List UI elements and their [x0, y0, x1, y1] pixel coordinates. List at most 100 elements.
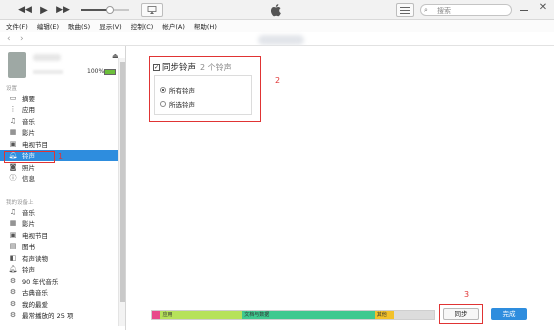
- radio-button-selected[interactable]: [160, 101, 166, 107]
- capacity-segment: 文档与数据: [242, 311, 375, 319]
- capacity-segment: 应用: [160, 311, 243, 319]
- book-icon: ▤: [9, 242, 17, 251]
- sidebar-item[interactable]: ⚙ 我的最爱: [0, 298, 118, 310]
- audiobook-icon: ◧: [9, 253, 17, 262]
- fast-forward-icon: ▶▶: [56, 5, 70, 15]
- sidebar-item-label: 有声读物: [22, 254, 48, 263]
- device-thumbnail[interactable]: [8, 52, 26, 78]
- blurred-device-title: [258, 35, 304, 45]
- sidebar-item[interactable]: ⓘ 信息: [0, 173, 118, 185]
- storage-capacity-bar[interactable]: 应用 文档与数据 其他: [151, 310, 435, 320]
- sidebar-item-label: 音乐: [22, 117, 35, 126]
- sidebar-item[interactable]: ♫ 音乐: [0, 206, 118, 218]
- sidebar-scroll-thumb[interactable]: [120, 62, 125, 302]
- sidebar-item-label: 影片: [22, 220, 35, 229]
- sidebar-item-label: 电视节目: [22, 140, 48, 149]
- gear-icon: ⚙: [9, 276, 17, 285]
- bell-icon: 🔔︎: [8, 265, 18, 274]
- sidebar-item[interactable]: ⋮ 应用: [0, 104, 118, 116]
- volume-slider[interactable]: [81, 6, 129, 14]
- ringtone-radio-group: 所有铃声 所选铃声: [154, 75, 252, 115]
- sidebar-item-label: 古典音乐: [22, 289, 48, 298]
- sync-header: ✓ 同步铃声 2 个铃声: [153, 61, 232, 73]
- sync-ringtones-checkbox[interactable]: ✓: [153, 63, 160, 71]
- menu-item[interactable]: 文件(F): [6, 21, 28, 31]
- sidebar-item[interactable]: ♫ 音乐: [0, 115, 118, 127]
- menu-item[interactable]: 歌曲(S): [68, 21, 90, 31]
- menu-item[interactable]: 编辑(E): [37, 21, 59, 31]
- sidebar-item-label: 最常播放的 25 项: [22, 312, 74, 321]
- chevron-left-icon[interactable]: ‹: [7, 34, 11, 44]
- menu-item[interactable]: 控制(C): [131, 21, 154, 31]
- settings-list: ▭ 摘要 ⋮ 应用 ♫ 音乐 ▦ 影片 ▣ 电视节目 🔔︎ 铃声 ◙ 照片 ⓘ 信息: [0, 92, 118, 184]
- annotation-number-3: 3: [464, 290, 470, 299]
- sidebar-item-label: 信息: [22, 175, 35, 184]
- capacity-segment: [152, 311, 161, 319]
- summary-icon: ▭: [9, 93, 17, 102]
- menu-item[interactable]: 帐户(A): [162, 21, 185, 31]
- search-box[interactable]: ⌕: [420, 4, 512, 16]
- sidebar-item-label: 90 年代音乐: [22, 277, 59, 286]
- airplay-button[interactable]: [141, 3, 163, 17]
- fast-forward-button[interactable]: ▶▶: [56, 3, 70, 17]
- movie-icon: ▦: [9, 128, 17, 137]
- tv-icon: ▣: [9, 230, 17, 239]
- gear-icon: ⚙: [9, 311, 17, 320]
- sidebar-scrollbar[interactable]: [118, 58, 125, 326]
- radio-selected-ringtones[interactable]: 所选铃声: [160, 99, 195, 109]
- sidebar-item[interactable]: ▣ 电视节目: [0, 229, 118, 241]
- navbar: ‹ ›: [0, 32, 554, 46]
- sidebar-item[interactable]: ▦ 影片: [0, 127, 118, 139]
- list-view-icon: [400, 6, 410, 8]
- sidebar-item[interactable]: ▦ 影片: [0, 218, 118, 230]
- music-icon: ♫: [9, 207, 17, 216]
- sidebar-item[interactable]: ▭ 摘要: [0, 92, 118, 104]
- capacity-segment: 其他: [374, 311, 395, 319]
- blurred-device-capacity: [33, 70, 63, 74]
- sync-ringtones-panel: ✓ 同步铃声 2 个铃声 所有铃声 所选铃声: [149, 56, 261, 122]
- sync-button[interactable]: 同步: [443, 308, 479, 320]
- search-input[interactable]: [437, 6, 509, 15]
- play-button[interactable]: ▶: [38, 3, 50, 17]
- sidebar-item-label: 影片: [22, 129, 35, 138]
- sidebar-item[interactable]: ⚙ 90 年代音乐: [0, 275, 118, 287]
- sidebar-item-label: 我的最爱: [22, 300, 48, 309]
- annotation-number-1: 1: [58, 152, 64, 161]
- sidebar-item[interactable]: ⚙ 最常播放的 25 项: [0, 310, 118, 322]
- close-button[interactable]: ✕: [537, 2, 549, 14]
- sidebar-item-label: 摘要: [22, 94, 35, 103]
- radio-label-all: 所有铃声: [169, 87, 195, 95]
- sidebar: ⏏ 100% 设置 ▭ 摘要 ⋮ 应用 ♫ 音乐 ▦ 影片 ▣ 电视节目 🔔︎ 铃声 ◙ 照片 ⓘ 信息 我的…: [0, 46, 126, 330]
- sidebar-item[interactable]: ⚙ 古典音乐: [0, 287, 118, 299]
- chevron-right-icon[interactable]: ›: [20, 34, 24, 44]
- sync-ringtones-title[interactable]: 同步铃声: [162, 61, 196, 73]
- radio-button-all[interactable]: [160, 87, 166, 93]
- close-icon: ✕: [538, 2, 548, 13]
- volume-knob[interactable]: [105, 6, 114, 14]
- menu-item[interactable]: 显示(V): [99, 21, 122, 31]
- gear-icon: ⚙: [9, 288, 17, 297]
- camera-icon: ◙: [9, 162, 17, 171]
- toolbar: ◀◀ ▶ ▶▶ ⌕ ✕: [0, 0, 554, 20]
- menu-item[interactable]: 帮助(H): [194, 21, 217, 31]
- music-icon: ♫: [9, 116, 17, 125]
- sidebar-item[interactable]: ▤ 图书: [0, 241, 118, 253]
- sidebar-item[interactable]: 🔔︎ 铃声: [0, 264, 118, 276]
- minimize-button[interactable]: [518, 3, 530, 15]
- tv-icon: ▣: [9, 139, 17, 148]
- sidebar-item-label: 铃声: [22, 266, 35, 275]
- ringtone-count: 2 个铃声: [200, 62, 232, 72]
- search-icon: ⌕: [424, 6, 428, 14]
- sidebar-item-label: 应用: [22, 106, 35, 115]
- rewind-icon: ◀◀: [18, 5, 32, 15]
- rewind-button[interactable]: ◀◀: [18, 3, 32, 17]
- annotation-number-2: 2: [275, 76, 281, 85]
- done-button[interactable]: 完成: [491, 308, 527, 320]
- apps-icon: ⋮: [9, 105, 17, 114]
- list-view-button[interactable]: [396, 3, 414, 17]
- sidebar-item[interactable]: ▣ 电视节目: [0, 138, 118, 150]
- sidebar-item[interactable]: ◧ 有声读物: [0, 252, 118, 264]
- radio-all-ringtones[interactable]: 所有铃声: [160, 85, 195, 95]
- ondevice-section-title: 我的设备上: [6, 200, 34, 206]
- capacity-segment: [394, 311, 434, 319]
